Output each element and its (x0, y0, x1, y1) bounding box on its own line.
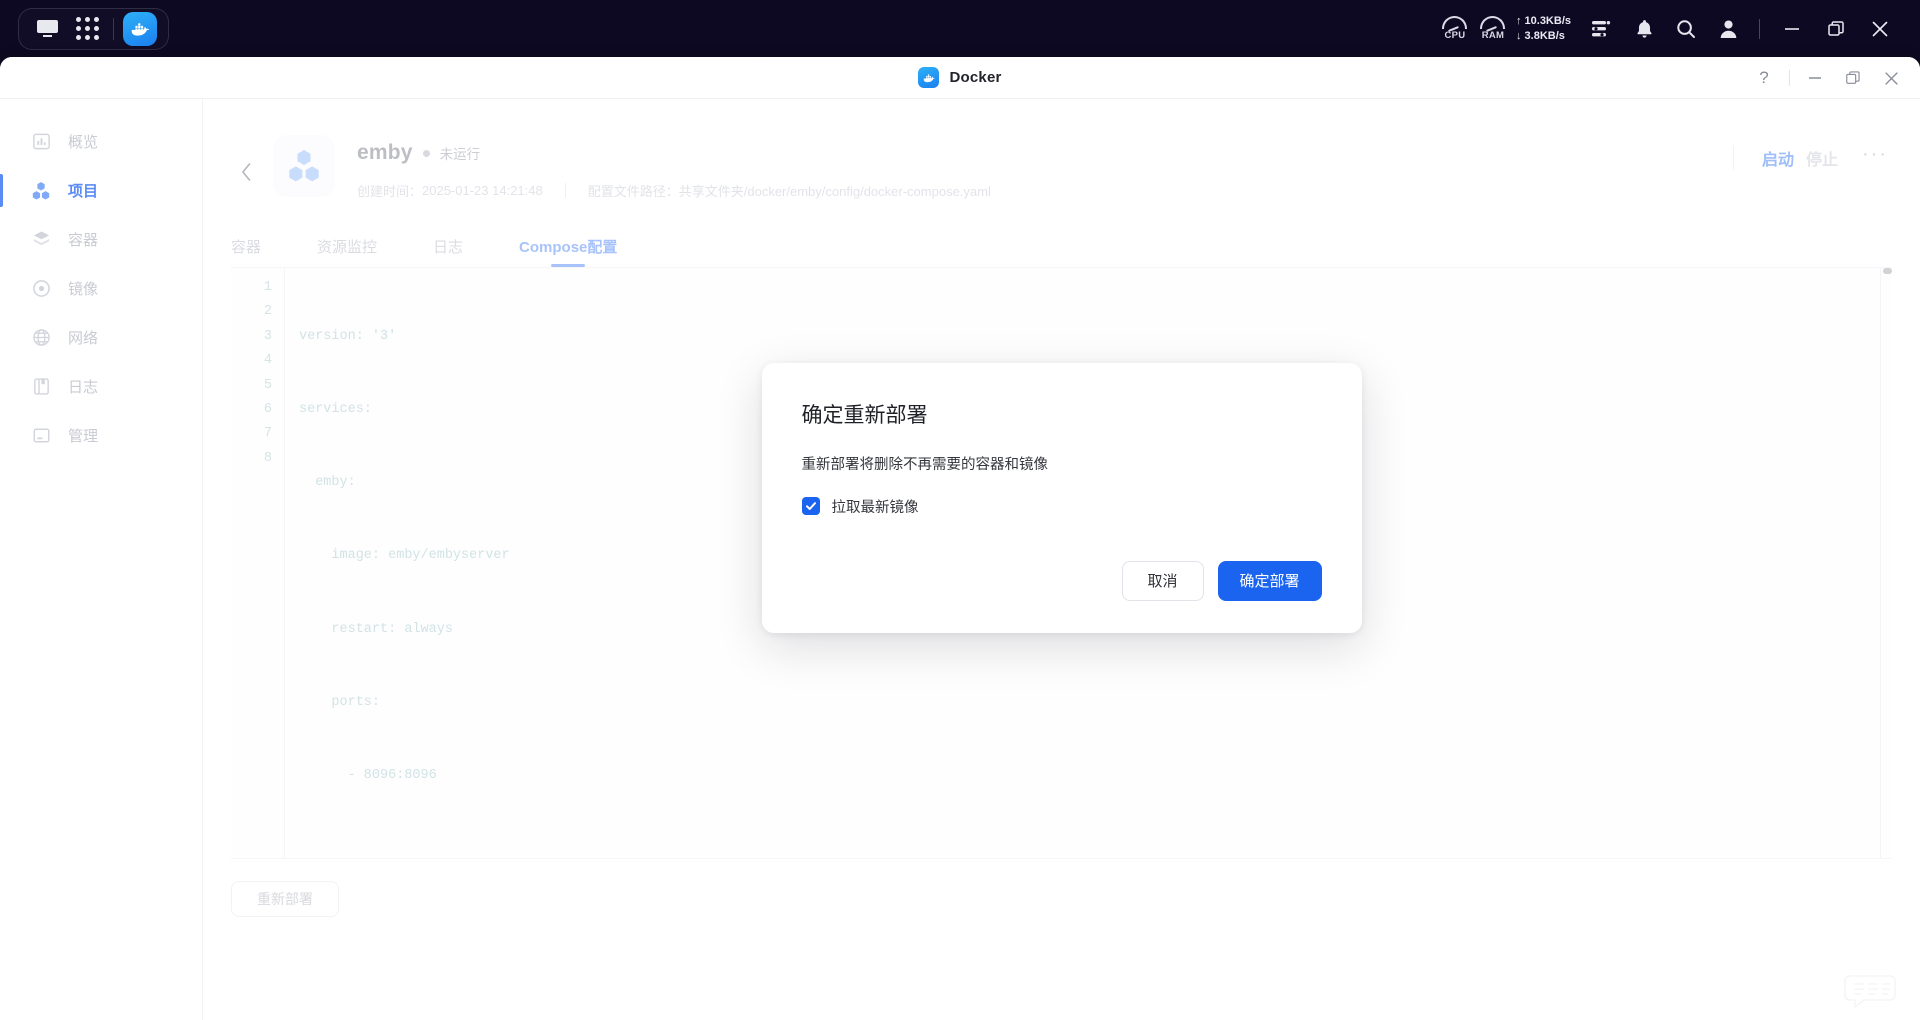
sidebar-item-overview[interactable]: 概览 (0, 117, 202, 166)
os-system-tray: CPU RAM ↑ 10.3KB/s ↓ 3.8KB/s (1438, 7, 1902, 51)
sidebar-item-label: 容器 (68, 229, 98, 250)
taskbar-docker-icon[interactable] (120, 9, 160, 49)
app-restore-icon[interactable] (1834, 59, 1872, 97)
monitor-icon[interactable] (27, 9, 67, 49)
sidebar-item-label: 日志 (68, 376, 98, 397)
pull-latest-image-checkbox[interactable] (802, 497, 820, 515)
os-launcher-group (18, 8, 169, 50)
pull-latest-image-row[interactable]: 拉取最新镜像 (802, 496, 1322, 517)
app-body: 概览 项目 (0, 99, 1920, 1020)
network-speed-indicator: ↑ 10.3KB/s ↓ 3.8KB/s (1516, 14, 1571, 44)
sidebar-nav: 概览 项目 (0, 99, 203, 1020)
app-grid-icon[interactable] (67, 9, 107, 49)
tasks-icon[interactable] (1581, 8, 1623, 50)
chart-bar-icon (30, 131, 52, 153)
sidebar-item-containers[interactable]: 容器 (0, 215, 202, 264)
app-close-icon[interactable] (1872, 59, 1910, 97)
search-icon[interactable] (1665, 8, 1707, 50)
os-minimize-icon[interactable] (1770, 7, 1814, 51)
sidebar-item-management[interactable]: 管理 (0, 411, 202, 460)
help-glyph: ? (1759, 68, 1768, 88)
dialog-title: 确定重新部署 (802, 399, 1322, 429)
sidebar-item-label: 网络 (68, 327, 98, 348)
globe-icon (30, 327, 52, 349)
dialog-description: 重新部署将删除不再需要的容器和镜像 (802, 453, 1322, 474)
network-download-speed: ↓ 3.8KB/s (1516, 29, 1571, 44)
app-title: Docker (949, 69, 1001, 86)
main-content: emby 未运行 创建时间： 2025-01-23 14:21:48 配置文件路… (203, 99, 1920, 1020)
help-icon[interactable]: ? (1745, 59, 1783, 97)
cancel-button[interactable]: 取消 (1122, 561, 1204, 601)
sidebar-item-label: 项目 (68, 180, 98, 201)
launcher-divider (113, 18, 114, 40)
docker-whale-icon (918, 67, 939, 88)
pull-latest-image-label: 拉取最新镜像 (832, 496, 919, 517)
sidebar-item-label: 概览 (68, 131, 98, 152)
cpu-gauge-icon[interactable]: CPU (1438, 16, 1472, 41)
ram-label: RAM (1482, 30, 1505, 41)
window-icon (30, 425, 52, 447)
app-title-group: Docker (918, 67, 1001, 88)
os-close-icon[interactable] (1858, 7, 1902, 51)
book-icon (30, 376, 52, 398)
sidebar-item-projects[interactable]: 项目 (0, 166, 202, 215)
app-ctl-divider (1789, 70, 1790, 86)
os-restore-icon[interactable] (1814, 7, 1858, 51)
ram-gauge-icon[interactable]: RAM (1476, 16, 1510, 41)
dialog-actions: 取消 确定部署 (802, 561, 1322, 601)
disc-icon (30, 278, 52, 300)
modal-overlay: 确定重新部署 重新部署将删除不再需要的容器和镜像 拉取最新镜像 取消 (203, 99, 1920, 1020)
cubes-icon (30, 180, 52, 202)
confirm-deploy-button[interactable]: 确定部署 (1218, 561, 1322, 601)
bell-icon[interactable] (1623, 8, 1665, 50)
user-icon[interactable] (1707, 8, 1749, 50)
app-minimize-icon[interactable] (1796, 59, 1834, 97)
desktop-background: CPU RAM ↑ 10.3KB/s ↓ 3.8KB/s (0, 0, 1920, 1020)
tray-divider (1759, 19, 1760, 39)
sidebar-item-label: 管理 (68, 425, 98, 446)
os-top-bar: CPU RAM ↑ 10.3KB/s ↓ 3.8KB/s (0, 0, 1920, 57)
network-upload-speed: ↑ 10.3KB/s (1516, 14, 1571, 29)
docker-app-window: Docker ? (0, 57, 1920, 1020)
sidebar-item-logs[interactable]: 日志 (0, 362, 202, 411)
confirm-redeploy-dialog: 确定重新部署 重新部署将删除不再需要的容器和镜像 拉取最新镜像 取消 (762, 363, 1362, 633)
app-title-bar: Docker ? (0, 57, 1920, 99)
cpu-label: CPU (1444, 30, 1465, 41)
app-window-controls: ? (1745, 57, 1910, 99)
sidebar-item-label: 镜像 (68, 278, 98, 299)
sidebar-item-images[interactable]: 镜像 (0, 264, 202, 313)
layers-icon (30, 229, 52, 251)
sidebar-item-network[interactable]: 网络 (0, 313, 202, 362)
